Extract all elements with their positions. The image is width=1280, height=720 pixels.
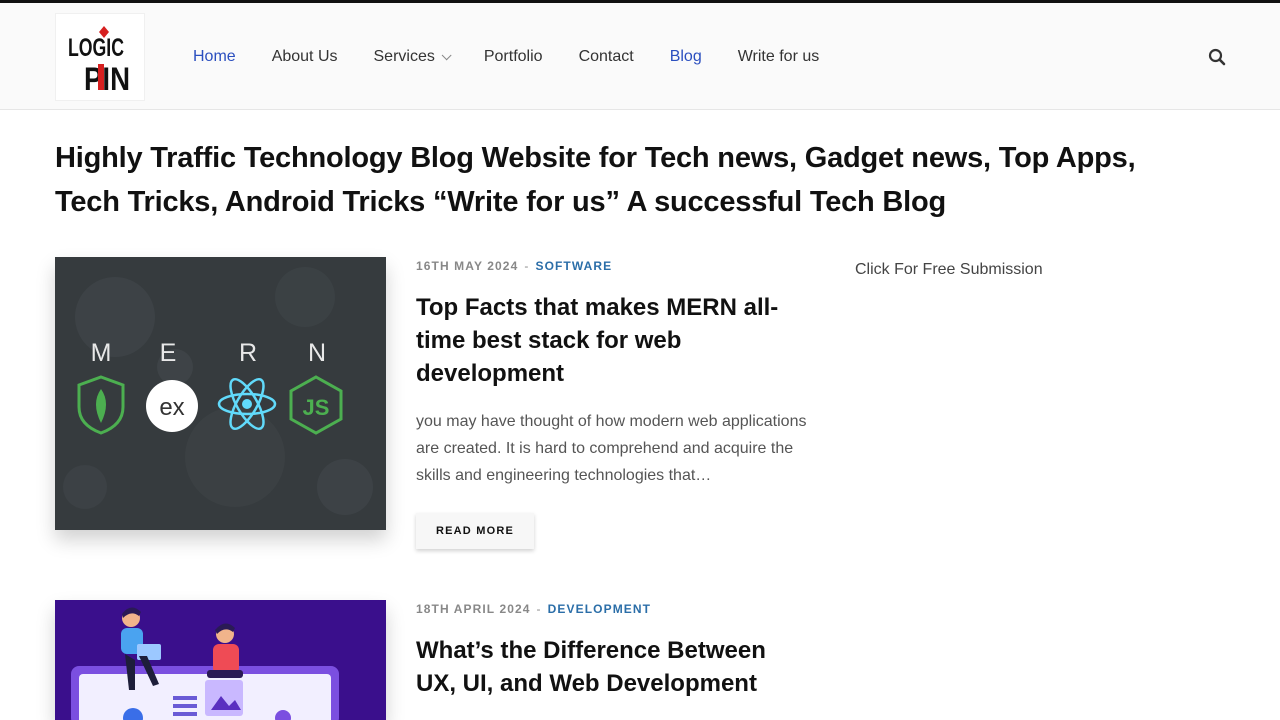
post-meta: 18TH APRIL 2024- DEVELOPMENT — [416, 600, 816, 618]
read-more-button[interactable]: READ MORE — [416, 513, 534, 549]
post-body: 18TH APRIL 2024- DEVELOPMENT What’s the D… — [416, 600, 816, 700]
main-nav: Home About Us Services Portfolio Contact… — [193, 45, 855, 69]
express-icon: ex — [146, 380, 198, 432]
post-card: M E R N ex JS 16TH MAY 2024 - SOFTWARE T… — [55, 257, 815, 557]
nav-services[interactable]: Services — [373, 48, 452, 66]
chevron-down-icon — [441, 49, 452, 60]
search-icon[interactable] — [1207, 47, 1227, 67]
nav-home[interactable]: Home — [193, 48, 236, 66]
nav-write-for-us[interactable]: Write for us — [738, 48, 820, 66]
free-submission-link[interactable]: Click For Free Submission — [855, 261, 1043, 279]
post-meta: 16TH MAY 2024- SOFTWARE — [416, 257, 816, 275]
post-date: 16TH MAY 2024 — [416, 259, 519, 273]
thumb-letter-r: R — [239, 339, 257, 367]
post-title[interactable]: Top Facts that makes MERN all-time best … — [416, 291, 796, 390]
post-category[interactable]: SOFTWARE — [535, 259, 612, 273]
post-thumbnail-ux-ui[interactable] — [55, 600, 386, 720]
meta-separator: - — [524, 259, 530, 273]
post-excerpt: you may have thought of how modern web a… — [416, 413, 807, 484]
site-logo[interactable]: LOGIC PIN — [55, 13, 145, 101]
express-label: ex — [159, 394, 184, 421]
logo-image: LOGIC PIN — [68, 26, 130, 97]
logo-red-bar — [98, 64, 104, 90]
nav-contact[interactable]: Contact — [579, 48, 634, 66]
thumb-letter-m: M — [91, 339, 112, 367]
nav-services-label: Services — [373, 48, 435, 65]
site-header: LOGIC PIN Home About Us Services Portfol… — [0, 3, 1280, 110]
svg-text:JS: JS — [303, 395, 330, 420]
post-title[interactable]: What’s the Difference Between UX, UI, an… — [416, 634, 796, 700]
post-date: 18TH APRIL 2024 — [416, 602, 531, 616]
meta-separator: - — [536, 602, 542, 616]
nav-portfolio[interactable]: Portfolio — [484, 48, 543, 66]
thumb-letter-n: N — [308, 339, 326, 367]
post-card: 18TH APRIL 2024- DEVELOPMENT What’s the D… — [55, 600, 815, 720]
thumb-letter-e: E — [160, 339, 177, 367]
post-thumbnail-mern[interactable]: M E R N ex JS — [55, 257, 386, 530]
nav-blog[interactable]: Blog — [670, 48, 702, 66]
page-title: Highly Traffic Technology Blog Website f… — [55, 142, 1136, 218]
nav-about-us[interactable]: About Us — [272, 48, 338, 66]
ux-ui-illustration — [55, 600, 386, 720]
logo-text-top: LOGIC — [68, 34, 124, 62]
mern-stack-image: M E R N ex JS — [55, 257, 386, 530]
post-category[interactable]: DEVELOPMENT — [548, 602, 651, 616]
logo-text-bottom: PIN — [84, 61, 130, 97]
post-body: 16TH MAY 2024- SOFTWARE Top Facts that ma… — [416, 257, 816, 489]
